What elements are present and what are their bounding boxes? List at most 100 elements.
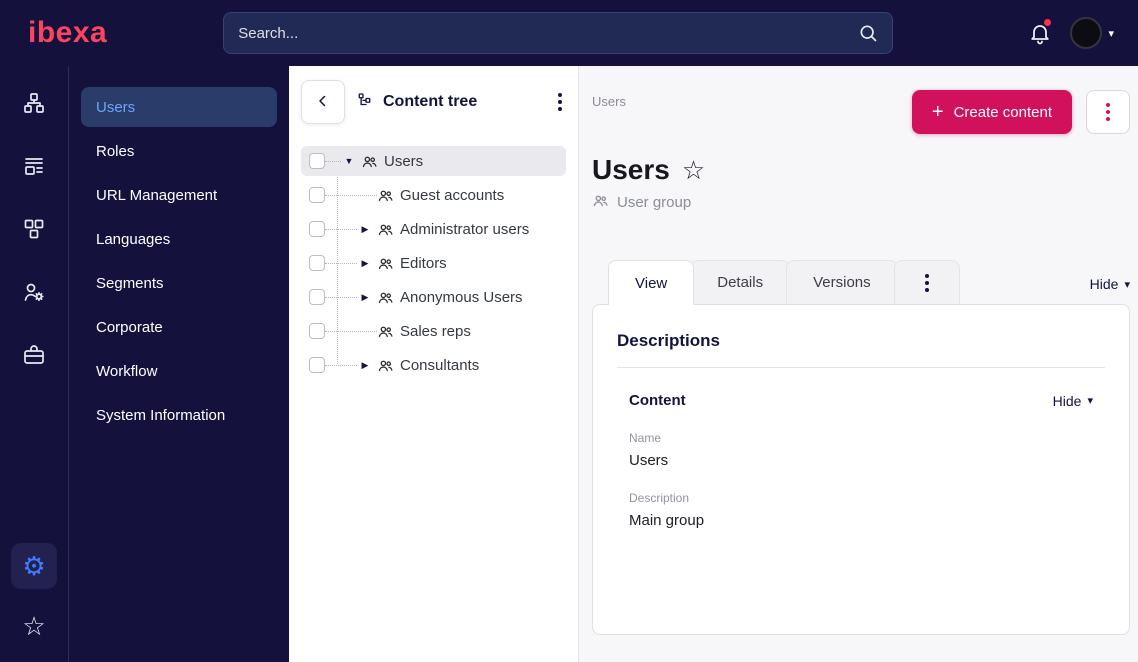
tree-checkbox[interactable] (309, 289, 325, 305)
topbar-right: ▾ (1028, 17, 1114, 49)
tree-item-sales-reps[interactable]: Sales reps (301, 316, 566, 346)
tree-checkbox[interactable] (309, 221, 325, 237)
content-type-label-wrap: User group (592, 192, 1130, 213)
tree-checkbox[interactable] (309, 255, 325, 271)
rail-item-admin[interactable] (0, 263, 68, 326)
user-menu[interactable]: ▾ (1070, 17, 1114, 49)
tree-kebab-menu[interactable] (554, 89, 566, 115)
user-group-icon (377, 187, 394, 204)
documents-icon (22, 154, 46, 183)
content-tree-title: Content tree (383, 93, 478, 110)
content-tree-title-wrap: Content tree (357, 91, 477, 114)
hide-label: Hide (1052, 392, 1082, 409)
tree-checkbox[interactable] (309, 323, 325, 339)
field-name: Name Users (629, 431, 1093, 469)
caret-right-icon[interactable]: ▶ (357, 292, 373, 303)
ibexa-logo[interactable]: ibexa (28, 18, 107, 48)
user-menu-caret-icon: ▾ (1108, 27, 1114, 40)
content-type-label: User group (617, 194, 692, 211)
tree-item-users[interactable]: ▼ Users (301, 146, 566, 176)
rail-item-content[interactable] (0, 137, 68, 200)
field-value: Users (629, 452, 669, 469)
tab-bar: View Details Versions Hide ▾ (592, 260, 1130, 305)
tree-item-consultants[interactable]: ▶ Consultants (301, 350, 566, 380)
chevron-left-icon (314, 92, 332, 113)
tab-more-kebab[interactable] (893, 260, 960, 304)
sidebar-item-roles[interactable]: Roles (81, 131, 277, 171)
plus-icon: + (931, 101, 944, 123)
rail-item-tools[interactable] (0, 326, 68, 389)
create-content-label: Create content (953, 103, 1052, 121)
tree-item-label: Guest accounts (400, 186, 505, 204)
tab-view[interactable]: View (608, 260, 695, 305)
tab-details[interactable]: Details (690, 260, 791, 304)
field-label: Name (629, 431, 662, 445)
sidebar-item-workflow[interactable]: Workflow (81, 351, 277, 391)
collapse-tree-button[interactable] (301, 80, 345, 124)
tree-checkbox[interactable] (309, 187, 325, 203)
global-search-bar[interactable] (223, 12, 894, 54)
search-input[interactable] (238, 24, 859, 42)
user-group-icon (377, 255, 394, 272)
admin-sidebar: Users Roles URL Management Languages Seg… (69, 66, 289, 662)
tree-item-editors[interactable]: ▶ Editors (301, 248, 566, 278)
user-group-icon (592, 192, 609, 213)
create-content-button[interactable]: + Create content (911, 90, 1072, 134)
caret-down-icon: ▾ (1124, 278, 1130, 291)
tree-item-label: Sales reps (400, 322, 471, 340)
caret-right-icon[interactable]: ▶ (357, 360, 373, 371)
breadcrumb[interactable]: Users (592, 94, 626, 109)
tree-item-administrator-users[interactable]: ▶ Administrator users (301, 214, 566, 244)
content-tree-list: ▼ Users Guest accounts ▶ Administrator u… (301, 146, 566, 380)
user-group-icon (377, 323, 394, 340)
tree-item-label: Editors (400, 254, 447, 272)
view-tab-card: Descriptions Content Hide ▾ Name Users D… (592, 304, 1130, 635)
star-icon: ☆ (22, 611, 46, 641)
main-content: Users + Create content Users ☆ User grou… (579, 66, 1138, 662)
user-group-icon (361, 153, 378, 170)
rail-item-modules[interactable] (0, 200, 68, 263)
tree-item-anonymous-users[interactable]: ▶ Anonymous Users (301, 282, 566, 312)
user-group-icon (377, 221, 394, 238)
tree-item-label: Users (384, 152, 424, 170)
caret-down-icon: ▾ (1087, 395, 1093, 407)
kebab-icon (1102, 99, 1114, 125)
sidebar-item-corporate[interactable]: Corporate (81, 307, 277, 347)
caret-down-icon[interactable]: ▼ (341, 156, 357, 166)
hide-all-toggle[interactable]: Hide ▾ (1090, 276, 1130, 292)
field-description: Description Main group (629, 491, 1093, 529)
kebab-icon (921, 270, 933, 296)
main-icon-rail: ⚙ ☆ (0, 66, 69, 662)
notifications-bell-icon[interactable] (1028, 19, 1052, 45)
content-section-hide-toggle[interactable]: Hide ▾ (1053, 393, 1093, 409)
divider (617, 367, 1105, 368)
tree-checkbox[interactable] (309, 357, 325, 373)
topbar: ibexa ▾ (0, 0, 1138, 66)
sidebar-item-languages[interactable]: Languages (81, 219, 277, 259)
rail-item-content-structure[interactable] (0, 74, 68, 137)
tab-versions[interactable]: Versions (786, 260, 898, 304)
tree-item-label: Consultants (400, 356, 480, 374)
sidebar-item-url-management[interactable]: URL Management (81, 175, 277, 215)
sidebar-item-segments[interactable]: Segments (81, 263, 277, 303)
blocks-icon (22, 217, 46, 246)
field-label: Description (629, 491, 690, 505)
field-value: Main group (629, 512, 705, 529)
rail-item-bookmarks[interactable]: ☆ (22, 611, 45, 642)
favorite-star-icon[interactable]: ☆ (682, 155, 705, 186)
caret-right-icon[interactable]: ▶ (357, 258, 373, 269)
user-gear-icon (22, 280, 46, 309)
tree-hierarchy-icon (357, 91, 375, 114)
tree-item-guest-accounts[interactable]: Guest accounts (301, 180, 566, 210)
search-icon[interactable] (858, 23, 878, 43)
sitemap-icon (22, 91, 46, 120)
rail-item-settings[interactable]: ⚙ (11, 543, 57, 589)
sidebar-item-users[interactable]: Users (81, 87, 277, 127)
content-section: Content Hide ▾ Name Users Description Ma… (617, 392, 1105, 529)
sidebar-item-system-information[interactable]: System Information (81, 395, 277, 435)
tree-item-label: Anonymous Users (400, 288, 523, 306)
user-avatar[interactable] (1070, 17, 1103, 49)
caret-right-icon[interactable]: ▶ (357, 224, 373, 235)
tree-checkbox[interactable] (309, 153, 325, 169)
page-kebab-menu-button[interactable] (1086, 90, 1130, 134)
